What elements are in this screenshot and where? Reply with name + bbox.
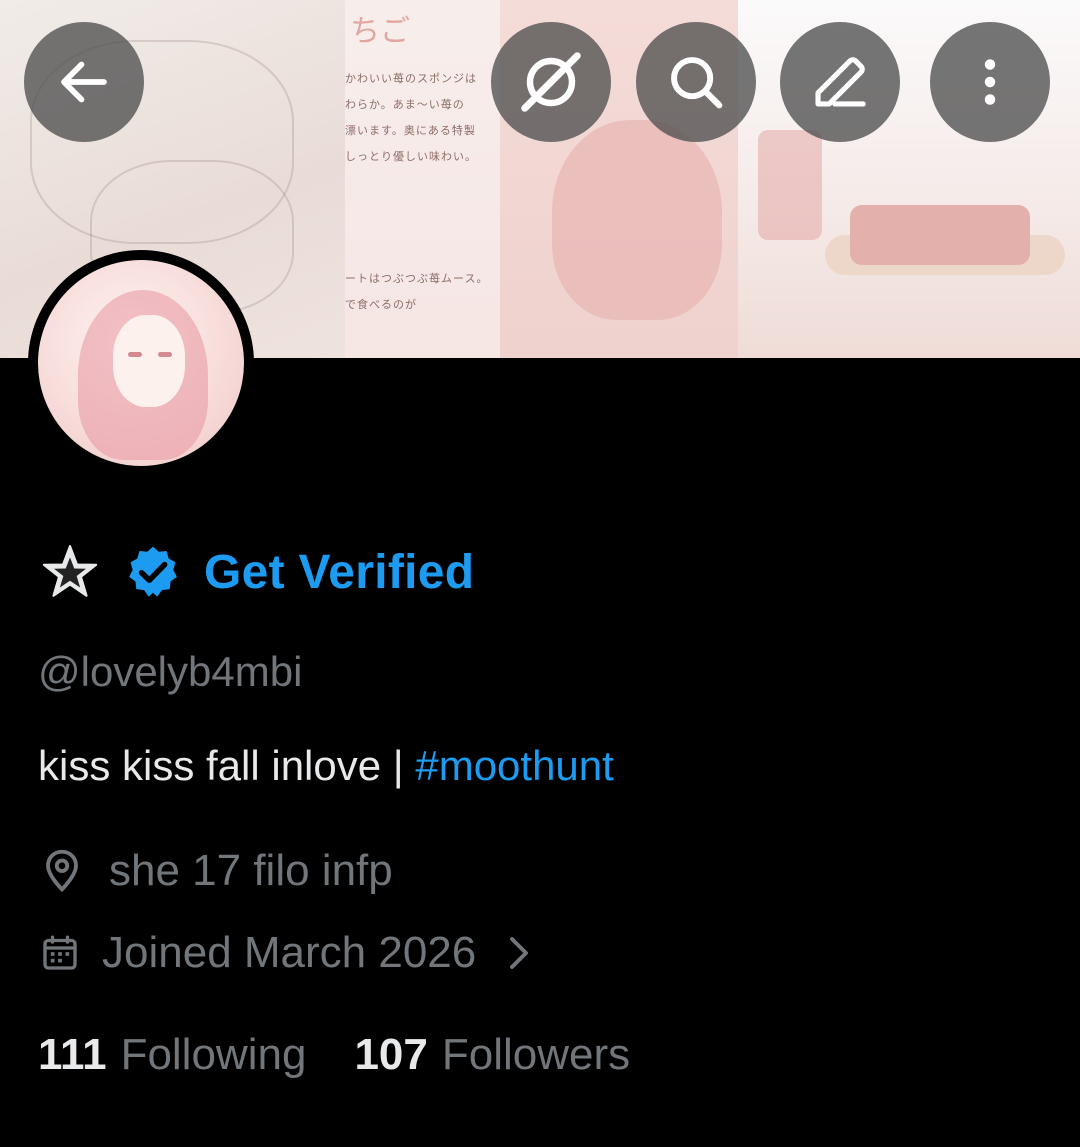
banner-text-line: しっとり優しい味わい。 — [345, 150, 477, 163]
avatar-image — [38, 260, 244, 466]
follow-counts: 111 Following 107 Followers — [38, 1030, 630, 1080]
more-options-button[interactable] — [930, 22, 1050, 142]
verified-badge-icon[interactable] — [124, 543, 182, 601]
bio-hashtag-link[interactable]: #moothunt — [415, 742, 613, 789]
verify-row: Get Verified — [38, 540, 474, 604]
get-verified-link[interactable]: Get Verified — [204, 545, 474, 600]
search-button[interactable] — [636, 22, 756, 142]
banner-text-line: で食べるのが — [345, 298, 417, 311]
arrow-left-icon — [61, 61, 107, 103]
grok-button[interactable] — [491, 22, 611, 142]
grok-icon — [521, 52, 581, 112]
followers-link[interactable]: 107 Followers — [354, 1030, 630, 1080]
avatar-face — [113, 315, 185, 407]
chevron-right-icon — [510, 937, 529, 969]
location-row: she 17 filo infp — [38, 846, 393, 896]
followers-count: 107 — [354, 1030, 428, 1079]
more-vertical-icon — [984, 59, 996, 105]
search-icon — [671, 57, 723, 109]
banner-text-line: ートはつぶつぶ苺ムース。 — [345, 272, 489, 285]
avatar-eye — [158, 352, 172, 357]
joined-text: Joined March 2026 — [102, 928, 477, 977]
back-button[interactable] — [24, 22, 144, 142]
following-count: 111 — [38, 1030, 107, 1079]
profile-bio: kiss kiss fall inlove | #moothunt — [38, 742, 614, 790]
banner-cake-slice — [850, 205, 1030, 265]
banner-jar — [758, 130, 822, 240]
banner-kana-decoration: ちご — [350, 14, 410, 49]
username-handle: @lovelyb4mbi — [38, 648, 303, 695]
avatar[interactable] — [28, 250, 254, 476]
avatar-eye — [128, 352, 142, 357]
followers-label: Followers — [441, 1030, 631, 1079]
calendar-icon — [43, 935, 77, 970]
joined-row[interactable]: Joined March 2026 — [38, 928, 534, 978]
banner-text-line: 漂います。奥にある特製 — [345, 124, 476, 137]
location-pin-icon — [46, 849, 78, 893]
banner-text-line: わらか。あま〜い苺の — [345, 98, 465, 111]
star-icon — [42, 545, 98, 597]
following-label: Following — [120, 1030, 307, 1079]
bio-text: kiss kiss fall inlove | — [38, 742, 416, 789]
banner-text-line: かわいい苺のスポンジは — [345, 72, 477, 85]
banner-heart-cake — [552, 120, 722, 320]
pencil-icon — [815, 57, 866, 107]
location-text: she 17 filo infp — [109, 846, 393, 895]
edit-button[interactable] — [780, 22, 900, 142]
following-link[interactable]: 111 Following — [38, 1030, 306, 1080]
